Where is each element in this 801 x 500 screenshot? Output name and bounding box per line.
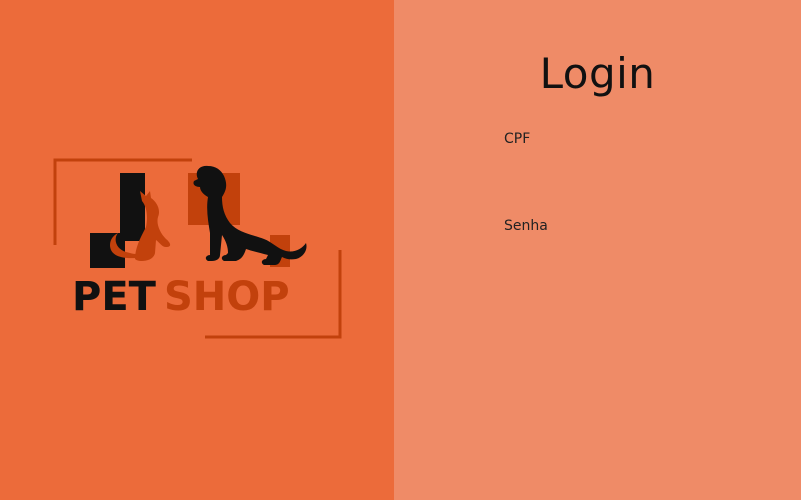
pet-shop-logo: PET SHOP xyxy=(50,155,350,345)
cpf-label: CPF xyxy=(504,131,531,147)
logo-word-shop: SHOP xyxy=(163,274,290,320)
senha-input[interactable] xyxy=(504,243,724,269)
cpf-input[interactable] xyxy=(504,156,724,182)
login-title: Login xyxy=(539,49,656,98)
brand-panel: PET SHOP xyxy=(0,0,394,500)
login-page: PET SHOP Login CPF Senha xyxy=(0,0,801,500)
login-panel: Login CPF Senha xyxy=(394,0,801,500)
logo-word-pet: PET xyxy=(72,274,156,320)
senha-label: Senha xyxy=(504,218,548,234)
logo-wordmark: PET SHOP xyxy=(72,271,290,323)
